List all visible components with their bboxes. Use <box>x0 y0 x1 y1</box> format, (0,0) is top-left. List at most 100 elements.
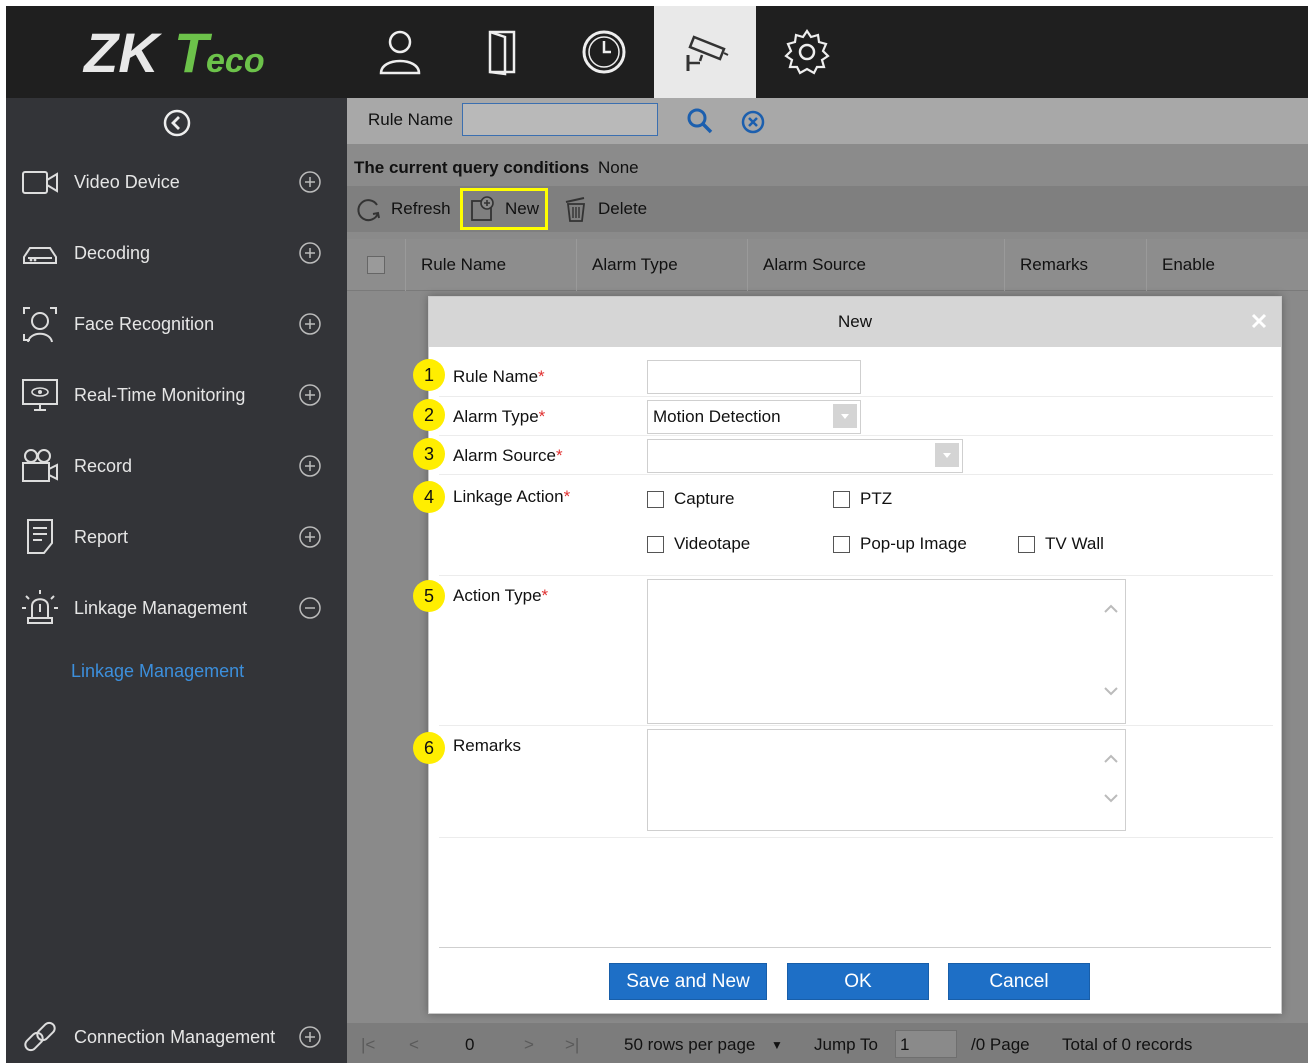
pagination-bar: |< < 0 > >| 50 rows per page ▼ Jump To 1… <box>347 1023 1308 1063</box>
save-and-new-button[interactable]: Save and New <box>609 963 767 1000</box>
collapse-sidebar-icon[interactable] <box>162 108 192 138</box>
ptz-label: PTZ <box>860 489 893 508</box>
search-icon[interactable] <box>685 106 715 136</box>
checkbox-box[interactable] <box>647 535 664 553</box>
alarm-type-select[interactable]: Motion Detection <box>647 400 861 434</box>
scroll-up-icon[interactable] <box>1102 600 1120 618</box>
remarks-textarea[interactable] <box>647 729 1126 831</box>
cancel-button[interactable]: Cancel <box>948 963 1090 1000</box>
sidebar-item-connection-management[interactable]: Connection Management <box>6 1012 347 1062</box>
scroll-up-icon[interactable] <box>1102 750 1120 768</box>
query-rule-name-input[interactable] <box>462 103 658 136</box>
sidebar-item-video-device[interactable]: Video Device <box>6 157 347 207</box>
capture-label: Capture <box>674 489 735 508</box>
videotape-checkbox[interactable]: Videotape <box>647 534 750 554</box>
toolbar: Refresh New Delete <box>347 186 1308 232</box>
alarm-source-select[interactable] <box>647 439 963 473</box>
door-icon[interactable] <box>451 6 553 98</box>
popup-image-checkbox[interactable]: Pop-up Image <box>833 534 967 554</box>
refresh-label: Refresh <box>391 199 451 218</box>
expand-plus-icon[interactable] <box>298 312 322 336</box>
clear-query-icon[interactable] <box>740 109 766 135</box>
sidebar-item-label: Decoding <box>74 242 151 263</box>
sidebar-subitem-linkage-management[interactable]: Linkage Management <box>71 661 244 682</box>
jump-to-input[interactable]: 1 <box>895 1030 957 1058</box>
alarm-type-value: Motion Detection <box>653 407 781 426</box>
face-scan-icon <box>20 304 60 344</box>
action-type-list[interactable] <box>647 579 1126 724</box>
next-page-icon[interactable]: > <box>524 1035 534 1055</box>
videotape-label: Videotape <box>674 534 751 553</box>
footer-divider <box>439 947 1271 948</box>
rule-name-input[interactable] <box>647 360 861 394</box>
sidebar-item-decoding[interactable]: Decoding <box>6 228 347 278</box>
checkbox-box[interactable] <box>833 490 850 508</box>
expand-plus-icon[interactable] <box>298 383 322 407</box>
step-badge: 3 <box>413 438 445 470</box>
column-remarks[interactable]: Remarks <box>1004 239 1146 291</box>
sidebar-item-report[interactable]: Report <box>6 512 347 562</box>
chevron-down-icon[interactable] <box>833 404 857 428</box>
close-icon[interactable] <box>1249 311 1269 331</box>
scroll-down-icon[interactable] <box>1102 789 1120 807</box>
sidebar-item-record[interactable]: Record <box>6 441 347 491</box>
new-rule-dialog: New 1 Rule Name* 2 Alarm Type* Motion De… <box>413 296 1282 1014</box>
new-button[interactable]: New <box>460 188 549 230</box>
step-badge: 2 <box>413 399 445 431</box>
chevron-down-icon[interactable] <box>935 443 959 467</box>
expand-plus-icon[interactable] <box>298 525 322 549</box>
conditions-label: The current query conditions <box>354 158 590 177</box>
query-conditions: The current query conditions None <box>347 144 1308 186</box>
checkbox-box[interactable] <box>1018 535 1035 553</box>
refresh-button[interactable]: Refresh <box>355 192 451 226</box>
ptz-checkbox[interactable]: PTZ <box>833 489 892 509</box>
linkage-action-label: Linkage Action* <box>453 487 571 506</box>
prev-page-icon[interactable]: < <box>409 1035 419 1055</box>
sidebar-item-linkage-management[interactable]: Linkage Management <box>6 583 347 633</box>
alarm-source-label: Alarm Source* <box>453 446 563 465</box>
delete-button[interactable]: Delete <box>562 192 647 226</box>
sidebar-item-label: Linkage Management <box>74 597 248 618</box>
checkbox-box[interactable] <box>647 490 664 508</box>
cctv-camera-icon[interactable] <box>654 6 756 98</box>
checkbox-box[interactable] <box>833 535 850 553</box>
action-type-label: Action Type* <box>453 586 549 605</box>
remarks-label: Remarks <box>453 736 522 755</box>
decoder-icon <box>20 233 60 273</box>
ok-button[interactable]: OK <box>787 963 929 1000</box>
last-page-icon[interactable]: >| <box>565 1035 579 1055</box>
sidebar-item-label: Record <box>74 455 133 476</box>
sidebar-item-real-time-monitoring[interactable]: Real-Time Monitoring <box>6 370 347 420</box>
person-icon[interactable] <box>349 6 451 98</box>
expand-plus-icon[interactable] <box>298 241 322 265</box>
app-window: ZK T eco Video Device Decoding Face Reco… <box>6 6 1308 1063</box>
grid-header: Rule Name Alarm Type Alarm Source Remark… <box>347 239 1308 291</box>
scroll-down-icon[interactable] <box>1102 682 1120 700</box>
step-badge: 6 <box>413 732 445 764</box>
sidebar-item-face-recognition[interactable]: Face Recognition <box>6 299 347 349</box>
alarm-type-row: 2 Alarm Type* Motion Detection <box>413 397 1273 436</box>
clock-icon[interactable] <box>553 6 655 98</box>
expand-plus-icon[interactable] <box>298 454 322 478</box>
dialog-header: New <box>429 297 1281 347</box>
sidebar-item-label: Report <box>74 526 129 547</box>
alarm-source-row: 3 Alarm Source* <box>413 436 1273 475</box>
column-rule-name[interactable]: Rule Name <box>405 239 576 291</box>
alarm-beacon-icon <box>20 588 60 628</box>
sidebar-item-label: Face Recognition <box>74 313 215 334</box>
tv-wall-checkbox[interactable]: TV Wall <box>1018 534 1104 554</box>
capture-checkbox[interactable]: Capture <box>647 489 734 509</box>
column-alarm-type[interactable]: Alarm Type <box>576 239 747 291</box>
settings-gear-icon[interactable] <box>756 6 858 98</box>
rows-dropdown-arrow-icon[interactable]: ▼ <box>771 1038 783 1052</box>
column-alarm-source[interactable]: Alarm Source <box>747 239 1004 291</box>
first-page-icon[interactable]: |< <box>361 1035 375 1055</box>
expand-plus-icon[interactable] <box>298 1025 322 1049</box>
collapse-minus-icon[interactable] <box>298 596 322 620</box>
rows-per-page-select[interactable]: 50 rows per page <box>624 1035 755 1055</box>
column-enable[interactable]: Enable <box>1146 239 1288 291</box>
expand-plus-icon[interactable] <box>298 170 322 194</box>
page-count: /0 Page <box>971 1035 1030 1054</box>
link-chain-icon <box>20 1017 60 1057</box>
select-all-checkbox[interactable] <box>367 256 385 274</box>
